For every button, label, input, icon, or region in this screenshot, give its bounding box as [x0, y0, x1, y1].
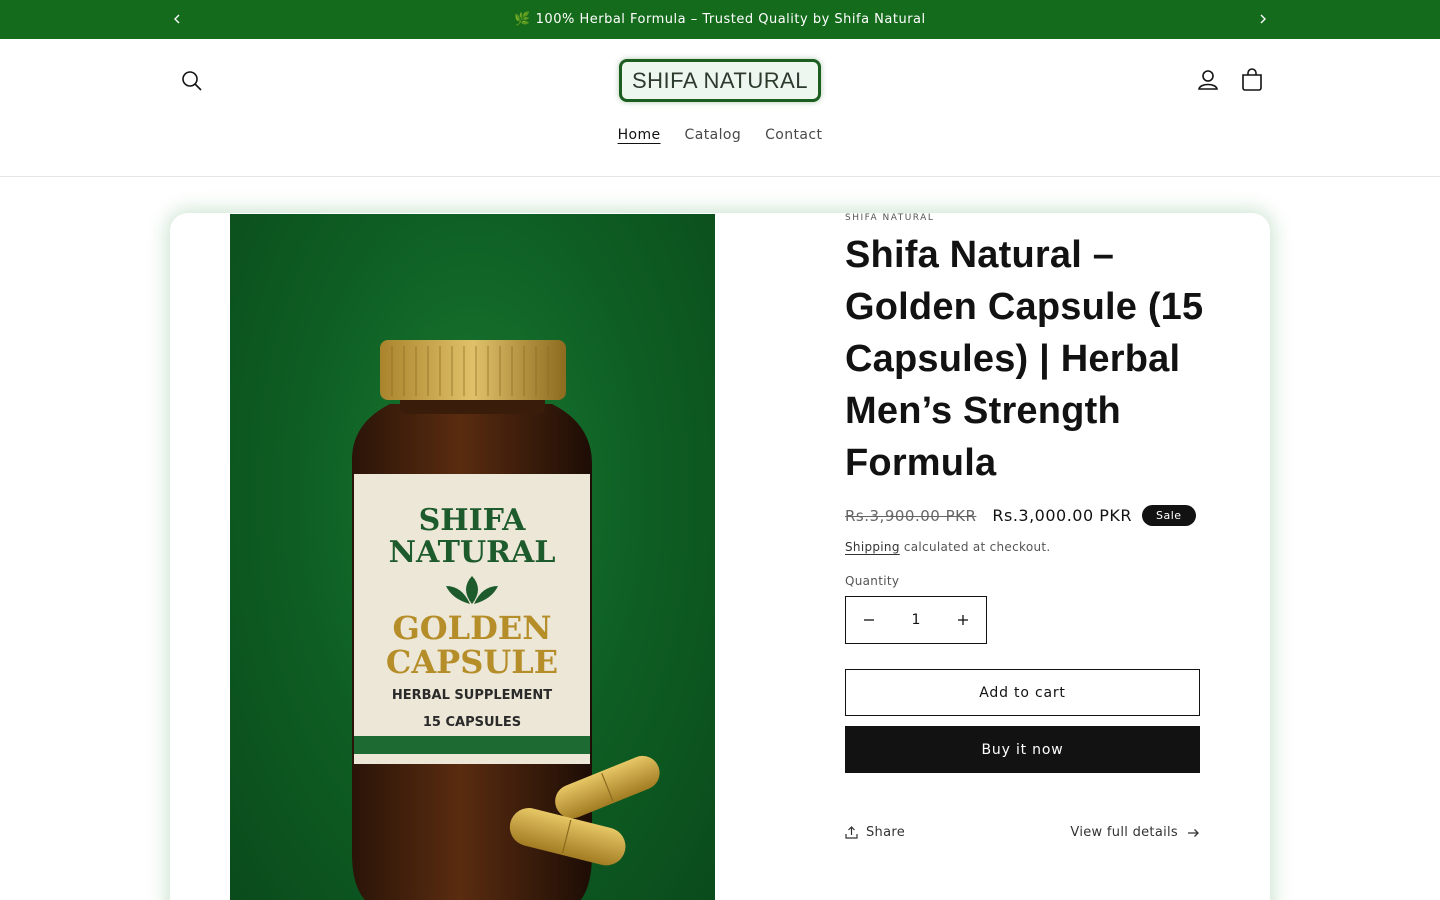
share-label: Share: [866, 825, 906, 840]
plus-icon: [958, 615, 968, 625]
label-sub: HERBAL SUPPLEMENT: [392, 688, 552, 703]
label-name-line1: GOLDEN: [392, 609, 551, 647]
compare-price: Rs.3,900.00 PKR: [845, 506, 977, 525]
search-icon: [182, 71, 202, 91]
product-actions-row: Share View full details: [845, 825, 1200, 840]
product-title: Shifa Natural – Golden Capsule (15 Capsu…: [845, 234, 1204, 484]
announcement-text: 🌿 100% Herbal Formula – Trusted Quality …: [514, 12, 926, 27]
nav-contact[interactable]: Contact: [765, 127, 822, 143]
account-button[interactable]: [1195, 67, 1221, 93]
share-button[interactable]: Share: [845, 825, 905, 840]
search-button[interactable]: [178, 67, 206, 95]
label-brand-line1: SHIFA: [419, 503, 527, 538]
main-nav: Home Catalog Contact: [0, 127, 1440, 143]
announcement-next-button[interactable]: [1254, 10, 1272, 28]
view-details-label: View full details: [1070, 825, 1178, 840]
product-vendor: SHIFA NATURAL: [845, 213, 935, 223]
quantity-label: Quantity: [845, 574, 900, 588]
chevron-right-icon: [1260, 14, 1266, 24]
announcement-prev-button[interactable]: [168, 10, 186, 28]
quantity-stepper: [845, 596, 987, 644]
view-details-link[interactable]: View full details: [1070, 825, 1200, 840]
product-card: SHIFA NATURAL GOLDEN CAPSULE HERBAL SUPP…: [170, 213, 1270, 900]
quantity-decrease-button[interactable]: [846, 597, 892, 643]
sale-badge: Sale: [1142, 505, 1196, 526]
shipping-note: Shipping calculated at checkout.: [845, 540, 1205, 554]
add-to-cart-button[interactable]: Add to cart: [845, 669, 1200, 716]
product-image[interactable]: SHIFA NATURAL GOLDEN CAPSULE HERBAL SUPP…: [230, 214, 715, 900]
quantity-input[interactable]: [892, 612, 940, 628]
product-bottle-illustration: SHIFA NATURAL GOLDEN CAPSULE HERBAL SUPP…: [351, 340, 660, 900]
sale-price: Rs.3,000.00 PKR: [992, 506, 1133, 525]
announcement-bar: 🌿 100% Herbal Formula – Trusted Quality …: [0, 0, 1440, 39]
quantity-increase-button[interactable]: [940, 597, 986, 643]
nav-catalog[interactable]: Catalog: [685, 127, 742, 143]
label-count: 15 CAPSULES: [423, 715, 521, 730]
nav-home[interactable]: Home: [618, 127, 661, 143]
share-icon: [845, 826, 858, 839]
bag-icon: [1242, 68, 1262, 91]
product-info: SHIFA NATURAL Shifa Natural – Golden Cap…: [845, 213, 1205, 840]
label-brand-line2: NATURAL: [389, 535, 556, 570]
user-icon: [1198, 70, 1218, 90]
price-row: Rs.3,900.00 PKR Rs.3,000.00 PKR Sale: [845, 505, 1205, 526]
minus-icon: [864, 619, 874, 621]
label-name-line2: CAPSULE: [386, 643, 558, 681]
site-logo[interactable]: SHIFA NATURAL: [619, 59, 821, 102]
shipping-link[interactable]: Shipping: [845, 540, 900, 554]
cart-button[interactable]: [1239, 67, 1265, 93]
chevron-left-icon: [174, 14, 180, 24]
shipping-note-text: calculated at checkout.: [899, 540, 1051, 554]
buy-now-button[interactable]: Buy it now: [845, 726, 1200, 773]
arrow-right-icon: [1188, 828, 1199, 837]
site-header: SHIFA NATURAL Home Catalog Contact: [0, 39, 1440, 177]
